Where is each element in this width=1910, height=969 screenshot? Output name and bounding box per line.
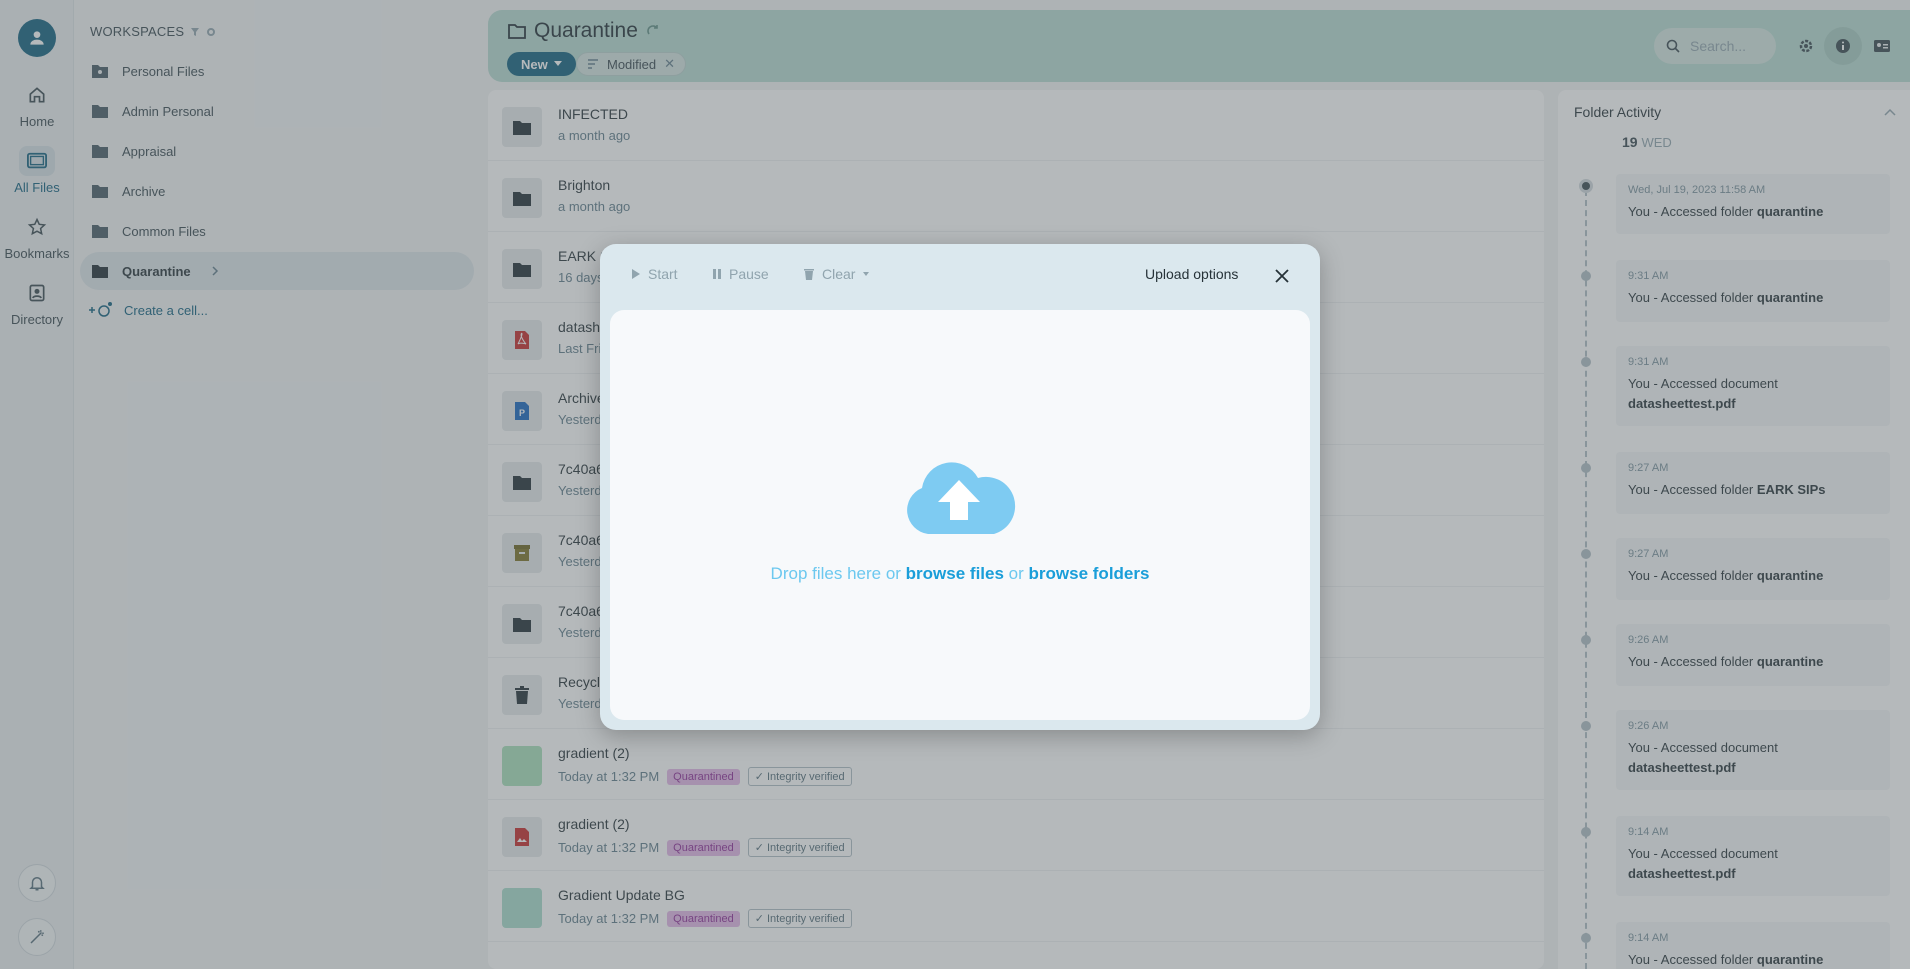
browse-folders-link[interactable]: browse folders [1029,564,1150,583]
browse-files-link[interactable]: browse files [906,564,1004,583]
cloud-upload-icon [907,462,1016,534]
drop-zone[interactable]: Drop files here or browse files or brows… [610,310,1310,720]
pause-label: Pause [729,266,769,282]
pause-button[interactable]: Pause [713,266,769,282]
or-text: or [1008,564,1024,583]
upload-options-button[interactable]: Upload options [1145,266,1238,282]
play-icon [632,269,640,279]
upload-toolbar: Start Pause Clear Upload options [600,244,1320,310]
close-icon [1275,269,1289,283]
drop-instructions: Drop files here or browse files or brows… [610,564,1310,584]
trash-icon [804,269,814,280]
clear-label: Clear [822,266,856,282]
upload-dialog: Start Pause Clear Upload options Drop fi… [600,244,1320,730]
caret-down-icon [863,272,870,276]
drop-text: Drop files here or [770,564,901,583]
start-button[interactable]: Start [632,266,678,282]
start-label: Start [648,266,678,282]
close-button[interactable] [1270,264,1294,288]
pause-icon [713,269,721,279]
clear-button[interactable]: Clear [804,266,870,282]
